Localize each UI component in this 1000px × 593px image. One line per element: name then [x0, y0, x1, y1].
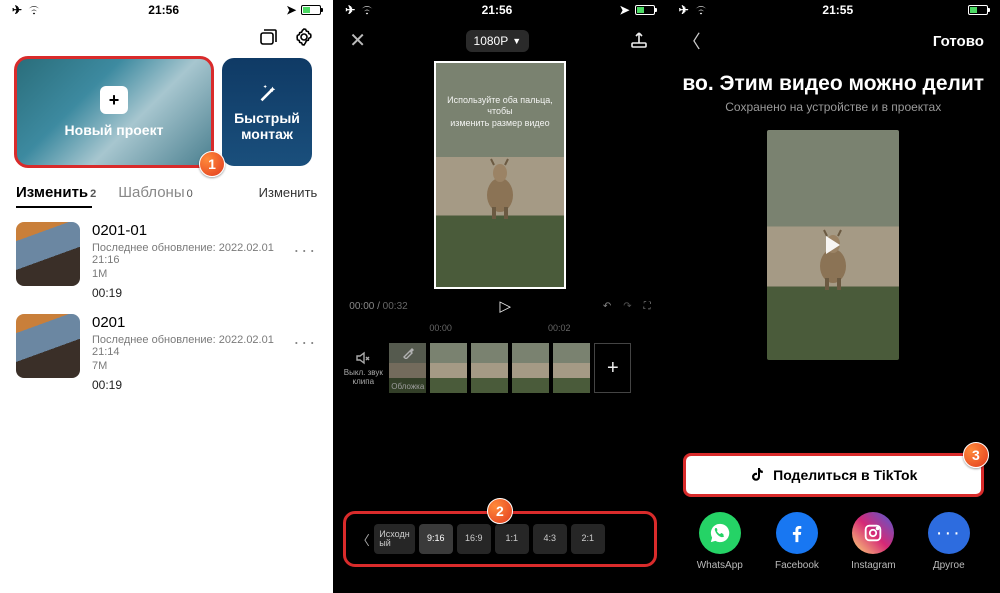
project-updated: Последнее обновление: 2022.02.01 21:16 — [92, 242, 281, 266]
status-time: 21:55 — [822, 3, 853, 17]
share-subtitle: Сохранено на устройстве и в проектах — [667, 100, 1000, 124]
social-row: WhatsApp Facebook Instagram ··· Другое — [667, 512, 1000, 571]
project-name: 0201 — [92, 314, 281, 331]
stack-icon[interactable] — [257, 26, 279, 48]
add-clip-button[interactable]: + — [594, 343, 631, 393]
resolution-chip[interactable]: 1080P▼ — [466, 30, 530, 52]
share-tiktok-label: Поделиться в TikTok — [773, 467, 917, 483]
project-thumb — [16, 314, 80, 378]
done-button[interactable]: Готово — [933, 33, 984, 50]
aspect-back-icon[interactable]: 〈 — [352, 530, 374, 549]
play-icon[interactable]: ▷ — [499, 297, 511, 315]
share-instagram[interactable]: Instagram — [851, 512, 895, 571]
status-bar: ✈ 21:55 — [667, 0, 1000, 18]
video-preview[interactable]: Используйте оба пальца, чтобы изменить р… — [434, 61, 566, 289]
export-icon[interactable] — [629, 30, 651, 52]
chevron-down-icon: ▼ — [512, 36, 521, 46]
cover-thumb[interactable]: Обложка — [389, 343, 426, 393]
status-bar: ✈ 21:56 ➤ — [333, 0, 666, 18]
time-current: 00:00 — [349, 301, 374, 312]
share-tiktok-button[interactable]: 3 Поделиться в TikTok — [683, 453, 984, 497]
timeline[interactable]: Выкл. звук клипа Обложка + — [333, 337, 666, 399]
aspect-ratio-bar: 2 〈 Исходн ый 9:16 16:9 1:1 4:3 2:1 — [343, 511, 656, 567]
deer-graphic — [479, 157, 521, 219]
wifi-icon — [27, 5, 41, 15]
status-time: 21:56 — [482, 3, 513, 17]
share-more[interactable]: ··· Другое — [928, 512, 970, 571]
edit-link[interactable]: Изменить — [259, 185, 318, 200]
more-icon[interactable]: ··· — [293, 240, 317, 261]
location-icon: ➤ — [286, 3, 296, 17]
aspect-9-16[interactable]: 9:16 — [419, 524, 453, 555]
callout-badge-3: 3 — [963, 442, 989, 468]
project-name: 0201-01 — [92, 222, 281, 239]
project-item[interactable]: 0201 Последнее обновление: 2022.02.01 21… — [0, 300, 333, 392]
pinch-hint: Используйте оба пальца, чтобы изменить р… — [436, 95, 564, 129]
callout-badge-1: 1 — [199, 151, 225, 177]
location-icon: ➤ — [620, 3, 630, 17]
share-whatsapp[interactable]: WhatsApp — [697, 512, 743, 571]
tab-edit[interactable]: Изменить2 — [16, 184, 96, 201]
panel-share: ✈ 21:55 〈 Готово во. Этим видео можно де… — [667, 0, 1000, 593]
top-actions — [0, 18, 333, 54]
project-size: 1M — [92, 268, 281, 280]
status-time: 21:56 — [148, 3, 179, 17]
project-item[interactable]: 0201-01 Последнее обновление: 2022.02.01… — [0, 208, 333, 300]
time-total: 00:32 — [383, 301, 408, 312]
more-icon[interactable]: ··· — [293, 332, 317, 353]
battery-icon — [635, 5, 655, 15]
fullscreen-icon[interactable]: ⛶ — [644, 301, 651, 312]
mute-clip-button[interactable]: Выкл. звук клипа — [341, 343, 385, 393]
share-preview[interactable] — [767, 130, 899, 360]
share-facebook[interactable]: Facebook — [775, 512, 819, 571]
clip-thumb[interactable] — [430, 343, 467, 393]
quick-montage-label: Быстрый монтаж — [234, 110, 300, 142]
airplane-icon: ✈ — [12, 3, 22, 17]
battery-icon — [968, 5, 988, 15]
project-thumb — [16, 222, 80, 286]
timeline-scale: 00:0000:02 — [333, 319, 666, 337]
tabs: Изменить2 Шаблоны0 Изменить — [0, 170, 333, 203]
project-updated: Последнее обновление: 2022.02.01 21:14 — [92, 334, 281, 358]
clip-thumb[interactable] — [512, 343, 549, 393]
undo-icon[interactable]: ↶ — [603, 301, 611, 312]
share-title: во. Этим видео можно делит — [667, 56, 1000, 100]
new-project-label: Новый проект — [65, 122, 164, 138]
panel-projects: ✈ 21:56 ➤ + Новый проект Быстрый монтаж … — [0, 0, 333, 593]
wand-icon — [256, 82, 278, 104]
aspect-original[interactable]: Исходн ый — [374, 524, 414, 555]
transport-bar: 00:00 / 00:32 ▷ ↶ ↷ ⛶ — [333, 291, 666, 319]
aspect-1-1[interactable]: 1:1 — [495, 524, 529, 555]
tab-templates[interactable]: Шаблоны0 — [118, 184, 192, 201]
play-icon — [826, 236, 840, 254]
plus-icon: + — [100, 86, 128, 114]
panel-editor: ✈ 21:56 ➤ ✕ 1080P▼ Используйте оба пальц… — [333, 0, 666, 593]
project-size: 7M — [92, 360, 281, 372]
redo-icon[interactable]: ↷ — [623, 301, 631, 312]
gear-icon[interactable] — [293, 26, 315, 48]
tiktok-icon — [749, 467, 765, 483]
wifi-icon — [360, 5, 374, 15]
airplane-icon: ✈ — [679, 3, 689, 17]
project-duration: 00:19 — [92, 378, 281, 392]
new-project-tile[interactable]: + Новый проект — [16, 58, 212, 166]
status-bar: ✈ 21:56 ➤ — [0, 0, 333, 18]
airplane-icon: ✈ — [345, 3, 355, 17]
close-icon[interactable]: ✕ — [349, 28, 366, 53]
battery-icon — [301, 5, 321, 15]
project-duration: 00:19 — [92, 286, 281, 300]
clip-thumb[interactable] — [553, 343, 590, 393]
callout-badge-2: 2 — [487, 498, 513, 524]
aspect-16-9[interactable]: 16:9 — [457, 524, 491, 555]
back-icon[interactable]: 〈 — [683, 28, 701, 54]
wifi-icon — [694, 5, 708, 15]
aspect-4-3[interactable]: 4:3 — [533, 524, 567, 555]
quick-montage-tile[interactable]: Быстрый монтаж — [222, 58, 312, 166]
clip-thumb[interactable] — [471, 343, 508, 393]
aspect-2-1[interactable]: 2:1 — [571, 524, 605, 555]
